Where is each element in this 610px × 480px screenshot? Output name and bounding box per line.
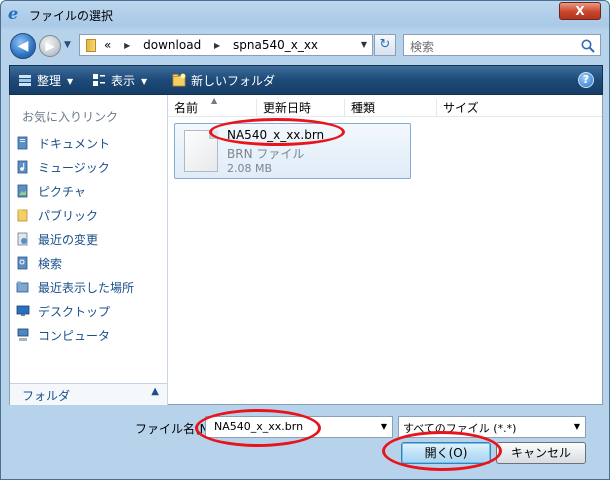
- new-folder-label: 新しいフォルダ: [191, 74, 276, 88]
- chevron-down-icon: ▼: [67, 77, 74, 86]
- new-folder-button[interactable]: 新しいフォルダ: [172, 72, 275, 89]
- window-title: ファイルの選択: [29, 9, 114, 23]
- file-type: BRN ファイル: [227, 147, 305, 161]
- favorite-link-recent-places[interactable]: 最近表示した場所: [16, 279, 134, 299]
- file-size: 2.08 MB: [227, 162, 273, 175]
- folder-icon: [86, 39, 96, 52]
- searches-icon: [17, 256, 28, 270]
- open-button-label: 開く(O): [424, 446, 468, 460]
- favorite-link-label: ドキュメント: [38, 137, 111, 151]
- search-input[interactable]: 検索: [403, 34, 601, 56]
- favorite-link-desktop[interactable]: デスクトップ: [16, 303, 110, 323]
- cancel-button-label: キャンセル: [510, 446, 571, 460]
- refresh-button[interactable]: ↻: [374, 34, 396, 56]
- breadcrumb-current-folder[interactable]: spna540_x_xx: [233, 38, 318, 52]
- generic-file-icon: [184, 130, 218, 172]
- internet-explorer-icon: e: [8, 4, 19, 23]
- forward-button[interactable]: ▶: [39, 35, 61, 57]
- chevron-down-icon[interactable]: ▼: [376, 417, 392, 437]
- recent-pages-dropdown-icon[interactable]: ▼: [64, 40, 71, 50]
- search-icon[interactable]: [580, 38, 596, 54]
- recent-changes-icon: [17, 232, 28, 246]
- views-menu[interactable]: 表示 ▼: [92, 72, 147, 89]
- documents-icon: [17, 136, 28, 150]
- title-bar[interactable]: e ファイルの選択 X: [1, 1, 609, 29]
- back-button[interactable]: ◀: [10, 33, 36, 59]
- column-header-type[interactable]: 種類: [344, 99, 375, 117]
- file-type-value: すべてのファイル (*.*): [403, 422, 517, 435]
- file-name: NA540_x_xx.brn: [227, 128, 325, 142]
- favorite-link-label: 最近表示した場所: [38, 281, 135, 295]
- command-toolbar: 整理 ▼ 表示 ▼ 新しいフォルダ ?: [9, 65, 603, 95]
- column-header-size[interactable]: サイズ: [436, 99, 479, 117]
- chevron-down-icon[interactable]: ▼: [356, 35, 372, 55]
- new-folder-icon: [172, 73, 186, 87]
- favorite-link-label: 最近の変更: [38, 233, 99, 247]
- file-open-dialog: e ファイルの選択 X ◀ ▶ ▼ « ▶ download ▶ spna540…: [0, 0, 610, 480]
- file-type-select[interactable]: すべてのファイル (*.*) ▼: [398, 416, 586, 438]
- favorite-link-public[interactable]: パブリック: [16, 207, 98, 227]
- favorite-link-label: 検索: [38, 257, 63, 271]
- recent-places-icon: [16, 281, 29, 293]
- organize-menu[interactable]: 整理 ▼: [18, 72, 73, 89]
- breadcrumb-separator-icon[interactable]: ▶: [124, 41, 130, 50]
- breadcrumb-separator-icon[interactable]: ▶: [214, 41, 220, 50]
- favorite-link-label: コンピュータ: [38, 329, 111, 343]
- favorite-links-heading: お気に入りリンク: [22, 110, 119, 124]
- close-button[interactable]: X: [559, 2, 601, 20]
- views-label: 表示: [111, 74, 136, 88]
- chevron-down-icon: ▼: [141, 77, 148, 86]
- address-row: ◀ ▶ ▼ « ▶ download ▶ spna540_x_xx ▼ ↻ 検索: [1, 29, 609, 61]
- music-icon: [17, 160, 28, 174]
- search-placeholder: 検索: [410, 40, 435, 54]
- organize-icon: [19, 75, 31, 86]
- folders-toggle[interactable]: フォルダ ▲: [10, 383, 167, 405]
- chevron-down-icon[interactable]: ▼: [569, 417, 585, 437]
- filename-value: NA540_x_xx.brn: [214, 420, 304, 433]
- column-header-label: サイズ: [443, 101, 479, 115]
- dialog-footer: ファイル名(N): NA540_x_xx.brn ▼ すべてのファイル (*.*…: [9, 406, 603, 472]
- cancel-button[interactable]: キャンセル: [496, 442, 586, 464]
- public-folder-icon: [17, 209, 28, 222]
- navigation-pane: お気に入りリンク ドキュメント ミュージック ピクチャ パブリック 最近の変更 …: [9, 95, 167, 405]
- help-icon[interactable]: ?: [578, 72, 594, 88]
- favorite-link-searches[interactable]: 検索: [16, 255, 62, 275]
- file-item[interactable]: NA540_x_xx.brn BRN ファイル 2.08 MB: [174, 123, 411, 179]
- favorite-link-documents[interactable]: ドキュメント: [16, 135, 110, 155]
- column-header-label: 名前: [174, 101, 199, 115]
- address-bar[interactable]: « ▶ download ▶ spna540_x_xx ▼: [79, 34, 373, 56]
- organize-label: 整理: [37, 74, 62, 88]
- favorite-link-music[interactable]: ミュージック: [16, 159, 110, 179]
- breadcrumb-download[interactable]: download: [143, 38, 201, 52]
- column-header-name[interactable]: 名前 ▲: [168, 96, 217, 117]
- column-header-row: 名前 ▲ 更新日時 種類 サイズ: [168, 95, 602, 117]
- breadcrumb-overflow[interactable]: «: [104, 38, 111, 52]
- favorite-link-label: デスクトップ: [38, 305, 111, 319]
- column-header-label: 種類: [351, 101, 376, 115]
- column-header-label: 更新日時: [263, 101, 312, 115]
- favorite-link-label: パブリック: [38, 209, 99, 223]
- sort-ascending-icon: ▲: [211, 96, 218, 105]
- favorite-link-recent-changes[interactable]: 最近の変更: [16, 231, 98, 251]
- chevron-up-icon: ▲: [151, 386, 159, 397]
- computer-icon: [17, 328, 29, 341]
- folders-label: フォルダ: [22, 389, 71, 403]
- desktop-icon: [16, 305, 30, 316]
- breadcrumb: « ▶ download ▶ spna540_x_xx: [104, 38, 327, 52]
- column-header-date-modified[interactable]: 更新日時: [256, 99, 311, 117]
- favorite-link-label: ピクチャ: [38, 185, 86, 199]
- pictures-icon: [17, 184, 28, 198]
- favorite-link-label: ミュージック: [38, 161, 110, 175]
- views-icon: [93, 74, 105, 86]
- filename-field[interactable]: NA540_x_xx.brn ▼: [205, 416, 393, 438]
- favorite-link-computer[interactable]: コンピュータ: [16, 327, 110, 347]
- file-list-pane: 名前 ▲ 更新日時 種類 サイズ NA540_x_xx.brn BRN ファイル…: [168, 95, 603, 405]
- favorite-link-pictures[interactable]: ピクチャ: [16, 183, 86, 203]
- open-button[interactable]: 開く(O): [401, 442, 491, 464]
